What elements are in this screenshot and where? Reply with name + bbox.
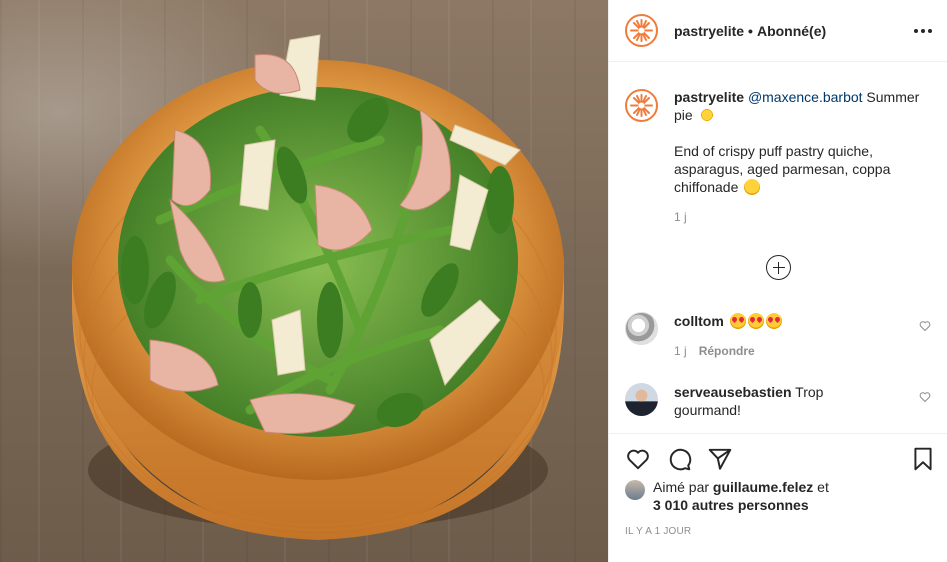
caption-username[interactable]: pastryelite [674,89,744,105]
heart-icon[interactable] [625,446,651,472]
load-more-comments-icon[interactable] [766,255,791,280]
pastryelite-logo-icon [630,94,653,117]
commenter-avatar[interactable] [625,312,658,345]
comment-item: colltom 1 j Répondre [625,312,935,360]
more-options-icon[interactable] [914,22,932,40]
likes-text: Aimé par guillaume.felez et 3 010 autres… [653,478,829,514]
bookmark-icon[interactable] [910,446,936,472]
heart-eyes-emoji-icon [747,313,764,329]
post-caption: pastryelite @maxence.barbot Summer pie E… [625,88,935,226]
comment-meta: 1 j Répondre [674,342,894,360]
liker-avatar[interactable] [625,480,645,500]
caption-time[interactable]: 1 j [674,208,932,226]
liker-username[interactable]: guillaume.felez [713,479,813,495]
author-username[interactable]: pastryelite [674,23,744,39]
post-photo[interactable] [0,0,608,562]
caption-mention-link[interactable]: @maxence.barbot [748,89,863,105]
comment-username[interactable]: colltom [674,313,724,329]
post-timestamp[interactable]: IL Y A 1 JOUR [625,526,691,537]
likes-prefix: Aimé par [653,479,713,495]
caption-author-avatar[interactable] [625,89,658,122]
author-avatar[interactable] [625,14,658,47]
other-likers-link[interactable]: 3 010 autres personnes [653,497,809,513]
heart-eyes-emoji-icon [729,313,746,329]
heart-eyes-emoji-icon [765,313,782,329]
comment-bubble-icon[interactable] [666,446,692,472]
pastryelite-logo-icon [630,19,653,42]
comment-body: colltom 1 j Répondre [674,312,894,360]
commenter-avatar[interactable] [625,383,658,416]
caption-paragraph: End of crispy puff pastry quiche, aspara… [674,142,932,196]
comment-time[interactable]: 1 j [674,344,687,358]
comment-username[interactable]: serveausebastien [674,384,792,400]
caption-text-block: pastryelite @maxence.barbot Summer pie E… [674,88,932,226]
post-side-panel: pastryelite • Abonné(e) pastryelite @max… [608,0,947,562]
header-separator: • [748,22,753,39]
instagram-post: pastryelite • Abonné(e) pastryelite @max… [0,0,947,562]
caption-paragraph-text: End of crispy puff pastry quiche, aspara… [674,143,891,195]
sun-emoji-icon [698,107,715,123]
pastry-tart-illustration [72,34,564,540]
reply-button[interactable]: Répondre [699,344,755,358]
likes-summary: Aimé par guillaume.felez et 3 010 autres… [625,478,935,514]
comment-like-heart-icon[interactable] [919,391,931,403]
likes-middle: et [813,479,829,495]
yum-emoji-icon [744,179,761,195]
comment-item: serveausebastien Trop gourmand! [625,383,935,419]
comment-like-heart-icon[interactable] [919,320,931,332]
post-header: pastryelite • Abonné(e) [609,0,947,62]
caption-line1: pastryelite @maxence.barbot Summer pie [674,88,932,124]
follow-status-button[interactable]: Abonné(e) [757,23,826,39]
paper-plane-icon[interactable] [707,446,733,472]
comment-body: serveausebastien Trop gourmand! [674,383,894,419]
